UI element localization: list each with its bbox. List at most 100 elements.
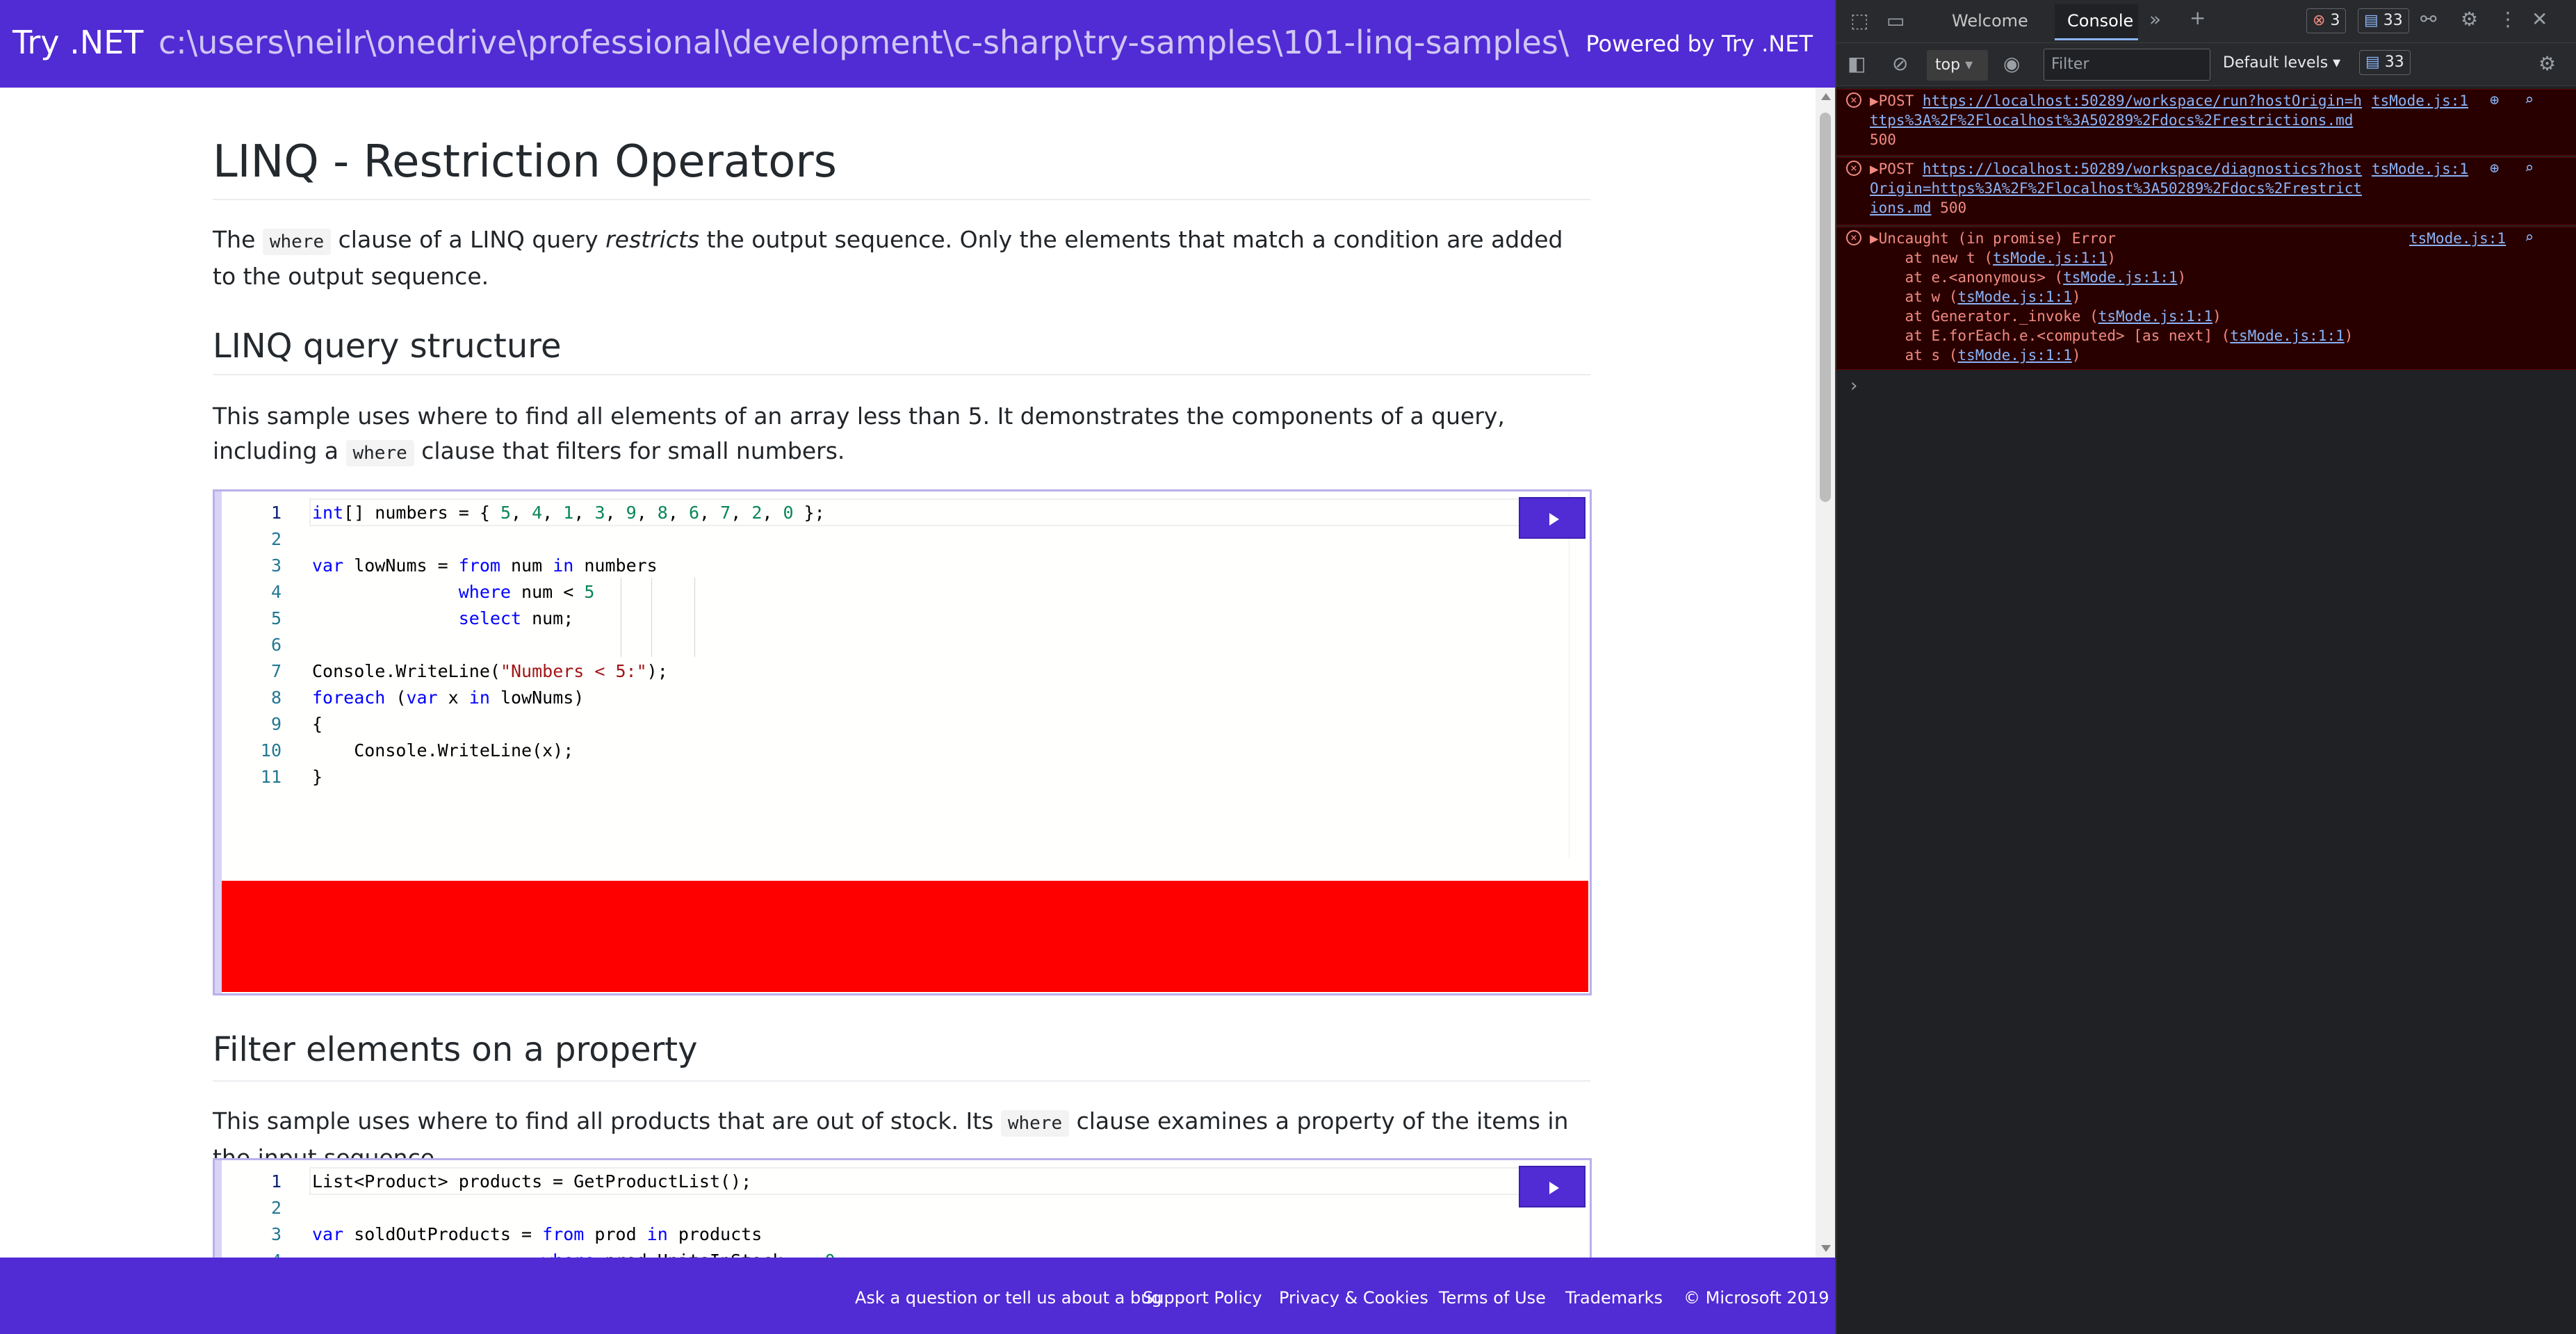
code-line[interactable]: 9{ <box>222 711 1570 738</box>
footer-link-terms[interactable]: Terms of Use <box>1439 1288 1546 1308</box>
error-icon: × <box>1846 161 1861 176</box>
inline-code: where <box>262 229 332 255</box>
line-number: 6 <box>270 635 282 655</box>
error-icon: × <box>1846 92 1861 108</box>
divider <box>213 1080 1590 1082</box>
console-settings-icon[interactable]: ⚙ <box>2538 54 2556 74</box>
connect-icon[interactable]: ⚯ <box>2420 10 2436 29</box>
search-icon[interactable]: ⌕ <box>2525 91 2534 111</box>
search-icon[interactable]: ⌕ <box>2525 229 2534 248</box>
stack-frame: at Generator._invoke (tsMode.js:1:1) <box>1870 308 2222 325</box>
section-paragraph: This sample uses where to find all eleme… <box>213 399 1590 471</box>
log-levels-dropdown[interactable]: Default levels ▾ <box>2223 54 2340 72</box>
page-title: LINQ - Restriction Operators <box>213 136 837 188</box>
add-tab-icon[interactable]: + <box>2190 8 2206 28</box>
stack-link[interactable]: tsMode.js:1:1 <box>2230 327 2344 344</box>
divider <box>213 374 1590 375</box>
filter-input[interactable]: Filter <box>2044 49 2210 81</box>
stack-link[interactable]: tsMode.js:1:1 <box>2063 269 2177 286</box>
expand-arrow-icon[interactable]: ▶ <box>1870 230 1879 247</box>
expand-arrow-icon[interactable]: ▶ <box>1870 161 1879 177</box>
clear-console-icon[interactable]: ⊘ <box>1892 54 1908 74</box>
stack-link[interactable]: tsMode.js:1:1 <box>2098 308 2212 325</box>
chevron-down-icon: ▾ <box>1965 56 1973 74</box>
issues-count: 33 <box>2384 54 2404 71</box>
scrollbar-thumb[interactable] <box>1820 113 1831 502</box>
tab-console[interactable]: Console <box>2055 4 2138 40</box>
line-number: 5 <box>270 608 282 628</box>
context-select[interactable]: top ▾ <box>1927 50 1988 81</box>
line-number: 2 <box>270 1198 282 1218</box>
section-heading: Filter elements on a property <box>213 1030 698 1069</box>
page-scrollbar[interactable] <box>1816 88 1835 1258</box>
footer-link-trademarks[interactable]: Trademarks <box>1565 1288 1663 1308</box>
console-error-message[interactable]: × ▶Uncaught (in promise) Error at new t … <box>1836 227 2576 370</box>
stack-frame: at new t (tsMode.js:1:1) <box>1870 250 2117 266</box>
code-line[interactable]: 5 select num; <box>222 605 1570 632</box>
footer: Ask a question or tell us about a bug Su… <box>0 1258 1835 1334</box>
code-editor[interactable]: 1 int[] numbers = { 5, 4, 1, 3, 9, 8, 6, … <box>213 489 1592 995</box>
stack-frame: at w (tsMode.js:1:1) <box>1870 288 2081 305</box>
code-line[interactable]: 1 int[] numbers = { 5, 4, 1, 3, 9, 8, 6, … <box>222 500 1570 526</box>
inspect-element-icon[interactable]: ⬚ <box>1850 11 1868 31</box>
project-path: c:\users\neilr\onedrive\professional\dev… <box>158 24 1570 61</box>
message-count-badge[interactable]: ▤ 33 <box>2358 8 2409 33</box>
editor-scrollbar[interactable] <box>1569 491 1588 859</box>
code-line[interactable]: 3 var lowNums = from num in numbers <box>222 553 1570 579</box>
stack-link[interactable]: tsMode.js:1:1 <box>1957 347 2071 364</box>
code-line[interactable]: 3 var soldOutProducts = from prod in prod… <box>222 1221 1570 1248</box>
code-line[interactable]: 2 <box>222 1195 1570 1221</box>
stack-link[interactable]: tsMode.js:1:1 <box>1957 288 2071 305</box>
section-heading: LINQ query structure <box>213 327 562 366</box>
line-number: 1 <box>270 503 282 523</box>
error-text: ▶Uncaught (in promise) Error at new t (t… <box>1870 229 2398 365</box>
code-line[interactable]: 10 Console.WriteLine(x); <box>222 738 1570 764</box>
tab-welcome[interactable]: Welcome <box>1952 11 2028 31</box>
code-line[interactable]: 4 where num < 5 <box>222 579 1570 605</box>
stack-link[interactable]: tsMode.js:1:1 <box>1993 250 2107 266</box>
powered-by-link[interactable]: Powered by Try .NET <box>1585 31 1813 57</box>
footer-link-support-policy[interactable]: Support Policy <box>1143 1288 1262 1308</box>
brand-link[interactable]: Try .NET <box>13 24 143 61</box>
line-number: 10 <box>260 740 282 760</box>
expand-arrow-icon[interactable]: ▶ <box>1870 92 1879 109</box>
code-line[interactable]: 6 <box>222 632 1570 658</box>
source-link[interactable]: tsMode.js:1 <box>2409 229 2506 248</box>
scroll-down-arrow-icon[interactable] <box>1821 1245 1831 1252</box>
error-count-badge[interactable]: ⊗ 3 <box>2306 8 2347 33</box>
network-icon[interactable]: ⊕ <box>2490 91 2499 111</box>
run-button[interactable] <box>1519 497 1585 539</box>
footer-link-privacy[interactable]: Privacy & Cookies <box>1279 1288 1428 1308</box>
source-link[interactable]: tsMode.js:1 <box>2372 91 2468 111</box>
console-error-message[interactable]: × ▶POST https://localhost:50289/workspac… <box>1836 157 2576 225</box>
console-error-message[interactable]: × ▶POST https://localhost:50289/workspac… <box>1836 89 2576 156</box>
request-url-link[interactable]: https://localhost:50289/workspace/run?ho… <box>1870 92 2362 129</box>
scroll-up-arrow-icon[interactable] <box>1821 93 1831 100</box>
error-icon: × <box>1846 230 1861 245</box>
run-button[interactable] <box>1519 1166 1585 1207</box>
more-tabs-icon[interactable]: » <box>2149 10 2161 29</box>
message-icon: ▤ <box>2364 12 2379 29</box>
intro-paragraph: The where clause of a LINQ query restric… <box>213 222 1590 294</box>
source-link[interactable]: tsMode.js:1 <box>2372 159 2468 179</box>
eye-icon[interactable]: ◉ <box>2003 54 2020 74</box>
paragraph-text: This sample uses where to find all produ… <box>213 1107 1001 1134</box>
line-number: 9 <box>270 714 282 734</box>
sidebar-toggle-icon[interactable]: ◧ <box>1848 54 1866 74</box>
code-line[interactable]: 11} <box>222 764 1570 790</box>
close-icon[interactable]: ✕ <box>2532 10 2548 29</box>
gear-icon[interactable]: ⚙ <box>2461 10 2478 29</box>
device-toolbar-icon[interactable]: ▭ <box>1886 11 1905 31</box>
network-icon[interactable]: ⊕ <box>2490 159 2499 179</box>
code-line[interactable]: 8 foreach (var x in lowNums) <box>222 685 1570 711</box>
issues-badge[interactable]: ▤ 33 <box>2359 50 2411 75</box>
message-icon: ▤ <box>2365 54 2380 71</box>
search-icon[interactable]: ⌕ <box>2525 159 2534 179</box>
code-line[interactable]: 7 Console.WriteLine("Numbers < 5:"); <box>222 658 1570 685</box>
console-prompt-icon[interactable]: › <box>1850 375 1857 396</box>
more-options-icon[interactable]: ⋮ <box>2498 10 2518 29</box>
error-text: ▶POST https://localhost:50289/workspace/… <box>1870 159 2370 218</box>
code-line[interactable]: 1 List<Product> products = GetProductList… <box>222 1169 1570 1195</box>
footer-link-report-bug[interactable]: Ask a question or tell us about a bug <box>855 1288 1162 1308</box>
code-line[interactable]: 2 <box>222 526 1570 553</box>
